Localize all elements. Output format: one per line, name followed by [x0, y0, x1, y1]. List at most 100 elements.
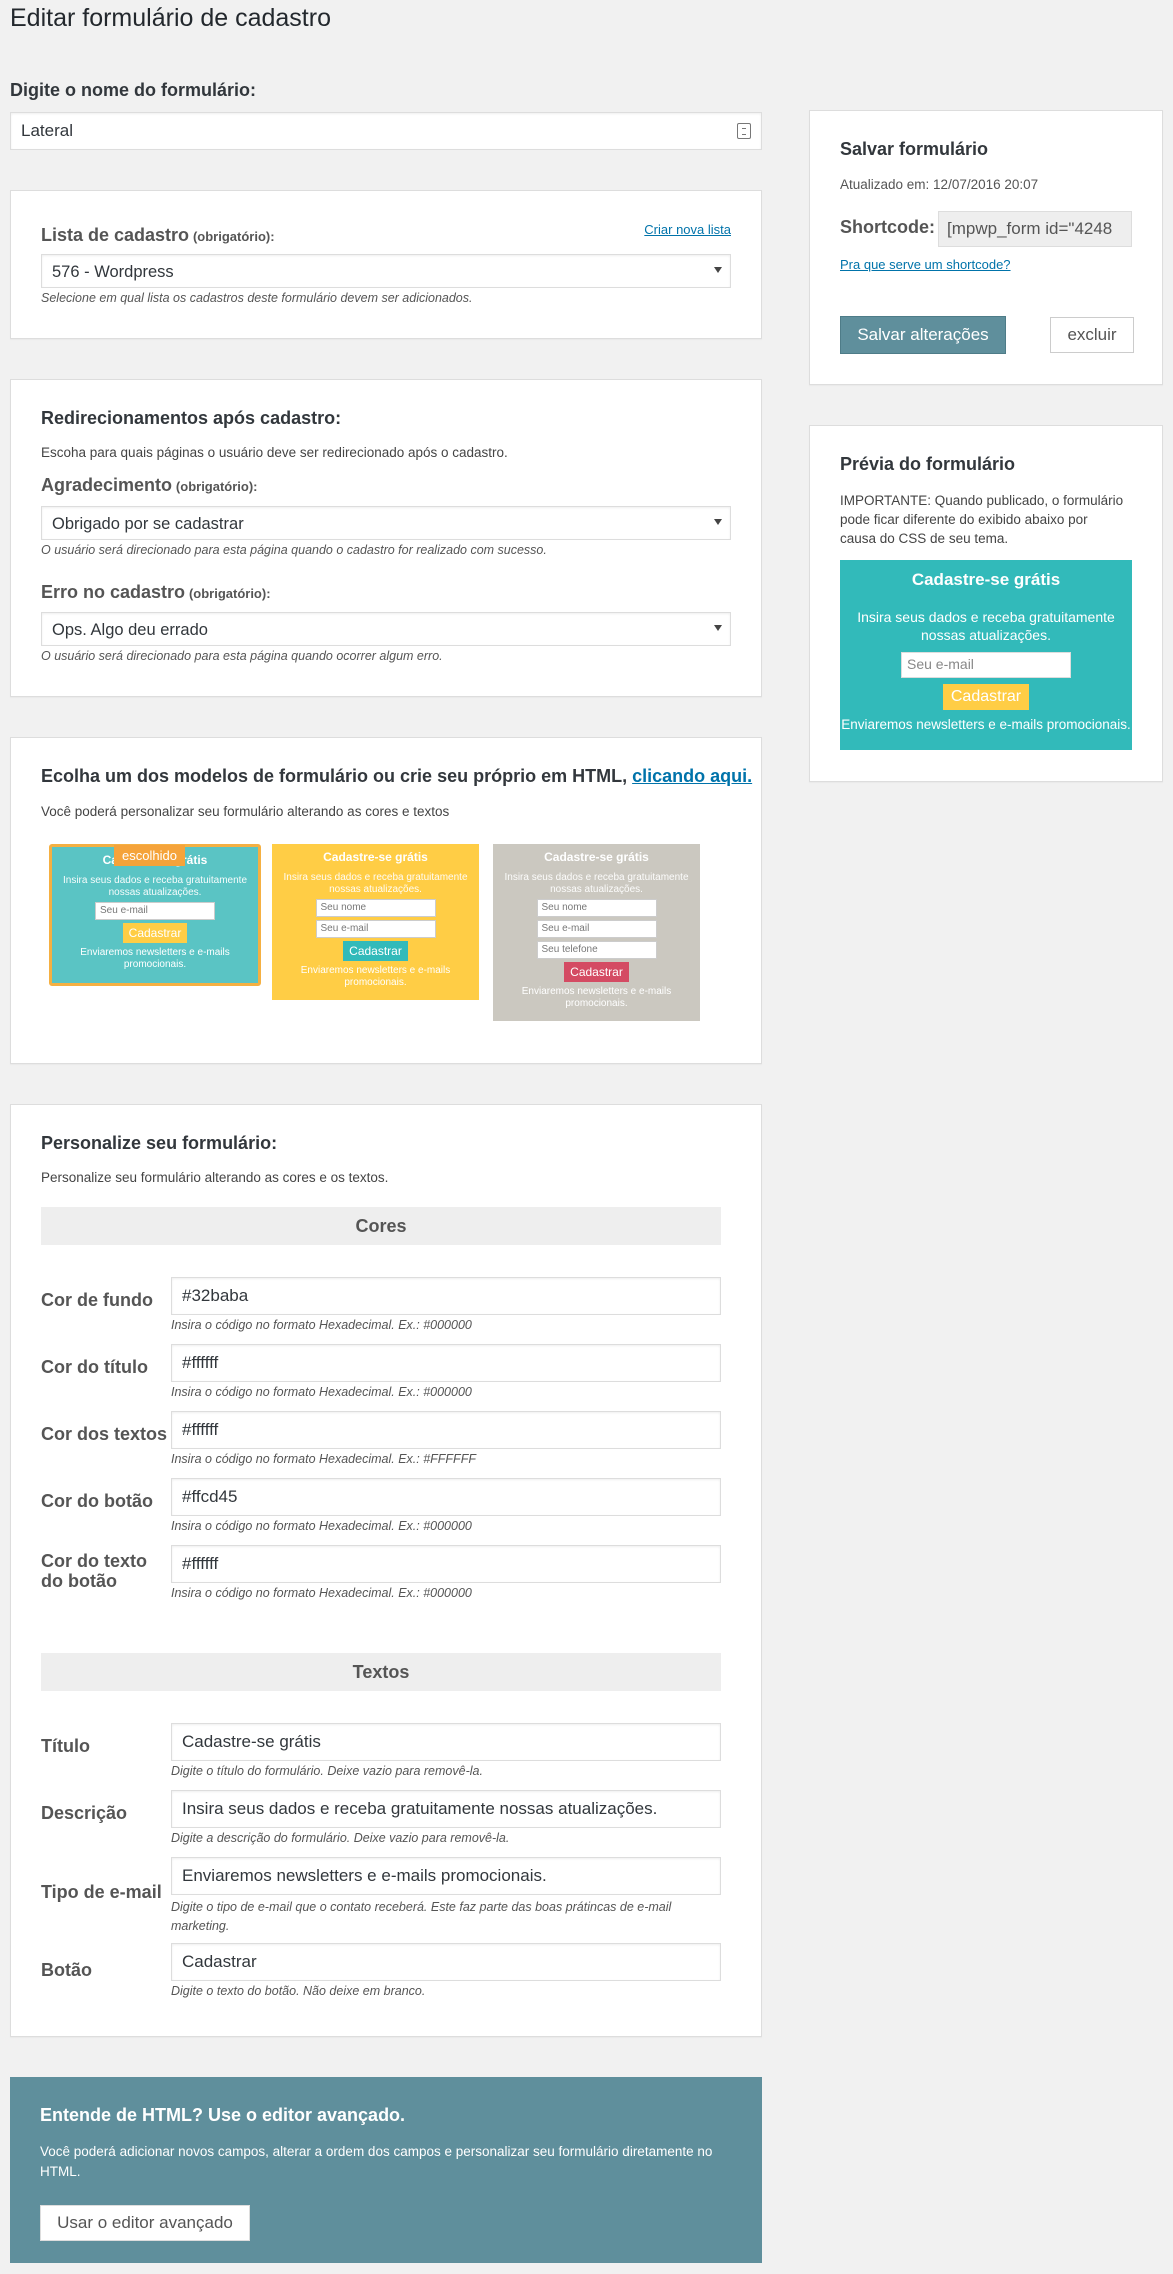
email-type-help-line-2: marketing. — [171, 1919, 230, 1933]
title-color-help: Insira o código no formato Hexadecimal. … — [171, 1385, 472, 1399]
contact-card-icon — [737, 123, 751, 139]
text-color-label: Cor dos textos — [41, 1424, 168, 1444]
colors-heading: Cores — [41, 1207, 721, 1245]
html-editor-link[interactable]: clicando aqui. — [632, 766, 752, 786]
html-editor-box: Entende de HTML? Use o editor avançado. … — [10, 2077, 762, 2263]
template-1[interactable]: Cadastre-se grátis Insira seus dados e r… — [49, 844, 261, 986]
title-color-input[interactable]: #ffffff — [171, 1344, 721, 1382]
button-text-color-label-line-2: do botão — [41, 1571, 117, 1591]
template-1-foot: Enviaremos newsletters e e-mails promoci… — [80, 947, 230, 970]
email-type-input[interactable]: Enviaremos newsletters e e-mails promoci… — [171, 1857, 721, 1895]
thanks-select-value: Obrigado por se cadastrar — [52, 515, 244, 533]
template-2-email: Seu e-mail — [315, 920, 436, 938]
shortcode-help-link[interactable]: Pra que serve um shortcode? — [840, 257, 1011, 272]
save-changes-button[interactable]: Salvar alterações — [840, 316, 1006, 354]
preview-card-foot: Enviaremos newsletters e e-mails promoci… — [841, 717, 1131, 732]
preview-card-button[interactable]: Cadastrar — [942, 684, 1030, 710]
updated-text: Atualizado em: 12/07/2016 20:07 — [840, 177, 1039, 192]
email-type-help: Digite o tipo de e-mail que o contato re… — [171, 1898, 671, 1936]
customize-desc: Personalize seu formulário alterando as … — [41, 1170, 389, 1185]
error-select-value: Ops. Algo deu errado — [52, 621, 208, 639]
customize-title: Personalize seu formulário: — [41, 1133, 278, 1153]
form-name-value: Lateral — [21, 121, 73, 140]
chevron-down-icon — [714, 625, 722, 631]
thanks-select[interactable]: Obrigado por se cadastrar — [41, 506, 731, 540]
text-color-help: Insira o código no formato Hexadecimal. … — [171, 1452, 476, 1466]
shortcode-field[interactable]: [mpwp_form id="4248 — [938, 211, 1132, 247]
template-3-foot: Enviaremos newsletters e e-mails promoci… — [521, 986, 672, 1009]
html-editor-title: Entende de HTML? Use o editor avançado. — [40, 2105, 406, 2125]
create-list-link[interactable]: Criar nova lista — [644, 222, 731, 237]
preview-notice: IMPORTANTE: Quando publicado, o formulár… — [840, 491, 1123, 548]
error-help: O usuário será direcionado para esta pág… — [41, 649, 443, 663]
customize-box: Personalize seu formulário: Personalize … — [10, 1104, 762, 2037]
preview-notice-line-1: IMPORTANTE: Quando publicado, o formulár… — [840, 493, 1124, 508]
chevron-down-icon — [714, 267, 722, 273]
list-box: Lista de cadastro (obrigatório): Criar n… — [10, 190, 762, 339]
template-1-email: Seu e-mail — [95, 902, 215, 920]
description-help: Digite a descrição do formulário. Deixe … — [171, 1831, 510, 1845]
template-3-name: Seu nome — [536, 899, 657, 917]
error-select[interactable]: Ops. Algo deu errado — [41, 612, 731, 646]
redirect-desc: Escoha para quais páginas o usuário deve… — [41, 445, 508, 460]
list-label: Lista de cadastro — [41, 225, 190, 245]
redirect-box: Redirecionamentos após cadastro: Escoha … — [10, 379, 762, 697]
template-3-button: Cadastrar — [564, 962, 629, 982]
template-3-email: Seu e-mail — [536, 920, 657, 938]
preview-card-email[interactable]: Seu e-mail — [901, 652, 1071, 678]
form-name-label: Digite o nome do formulário: — [10, 80, 256, 100]
template-3-phone: Seu telefone — [536, 941, 657, 959]
template-2-button: Cadastrar — [343, 941, 408, 961]
list-required: (obrigatório): — [192, 229, 275, 244]
preview-card-title: Cadastre-se grátis — [911, 570, 1061, 589]
button-help: Digite o texto do botão. Não deixe em br… — [171, 1984, 426, 1998]
form-name-input[interactable]: Lateral — [10, 112, 762, 150]
button-text-color-help: Insira o código no formato Hexadecimal. … — [171, 1586, 472, 1600]
title-help: Digite o título do formulário. Deixe vaz… — [171, 1764, 483, 1778]
list-help: Selecione em qual lista os cadastros des… — [41, 291, 473, 305]
template-3-title: Cadastre-se grátis — [544, 850, 649, 864]
bg-color-input[interactable]: #32baba — [171, 1277, 721, 1315]
button-color-label: Cor do botão — [41, 1491, 153, 1511]
list-select[interactable]: 576 - Wordpress — [41, 254, 731, 288]
redirect-title: Redirecionamentos após cadastro: — [41, 408, 342, 428]
bg-color-help: Insira o código no formato Hexadecimal. … — [171, 1318, 472, 1332]
preview-card-desc: Insira seus dados e receba gratuitamente… — [857, 609, 1115, 643]
template-2-title: Cadastre-se grátis — [323, 850, 428, 864]
button-text-color-label: Cor do texto do botão — [41, 1551, 147, 1591]
description-input[interactable]: Insira seus dados e receba gratuitamente… — [171, 1790, 721, 1828]
shortcode-label: Shortcode: — [840, 217, 936, 237]
preview-box: Prévia do formulário IMPORTANTE: Quando … — [809, 425, 1163, 782]
html-editor-desc-line-2: HTML. — [40, 2164, 81, 2179]
templates-title: Ecolha um dos modelos de formulário ou c… — [41, 766, 628, 786]
list-select-value: 576 - Wordpress — [52, 263, 174, 281]
preview-card: Cadastre-se grátis Insira seus dados e r… — [840, 560, 1132, 750]
text-color-input[interactable]: #ffffff — [171, 1411, 721, 1449]
template-3[interactable]: Cadastre-se grátis Insira seus dados e r… — [493, 844, 700, 1021]
html-editor-desc: Você poderá adicionar novos campos, alte… — [40, 2142, 712, 2182]
button-color-help: Insira o código no formato Hexadecimal. … — [171, 1519, 472, 1533]
button-text-input[interactable]: Cadastrar — [171, 1943, 721, 1981]
delete-button[interactable]: excluir — [1050, 317, 1134, 353]
email-type-label: Tipo de e-mail — [41, 1882, 162, 1902]
page-title: Editar formulário de cadastro — [10, 4, 331, 32]
template-1-desc: Insira seus dados e receba gratuitamente… — [63, 875, 247, 898]
title-color-label: Cor do título — [41, 1357, 148, 1377]
button-text-color-input[interactable]: #ffffff — [171, 1545, 721, 1583]
title-input[interactable]: Cadastre-se grátis — [171, 1723, 721, 1761]
thanks-label: Agradecimento — [41, 475, 173, 495]
thanks-help: O usuário será direcionado para esta pág… — [41, 543, 547, 557]
template-3-desc: Insira seus dados e receba gratuitamente… — [504, 872, 689, 895]
chosen-badge: escolhido — [114, 845, 185, 866]
texts-heading: Textos — [41, 1653, 721, 1691]
advanced-editor-button[interactable]: Usar o editor avançado — [40, 2205, 250, 2241]
templates-desc: Você poderá personalizar seu formulário … — [41, 804, 450, 819]
template-2-foot: Enviaremos newsletters e e-mails promoci… — [300, 965, 451, 988]
template-1-button: Cadastrar — [122, 923, 188, 943]
bg-color-label: Cor de fundo — [41, 1290, 153, 1310]
template-2[interactable]: Cadastre-se grátis Insira seus dados e r… — [272, 844, 479, 1000]
error-required: (obrigatório): — [188, 586, 271, 601]
save-box: Salvar formulário Atualizado em: 12/07/2… — [809, 110, 1163, 385]
button-color-input[interactable]: #ffcd45 — [171, 1478, 721, 1516]
preview-notice-line-3: causa do CSS de seu tema. — [840, 531, 1009, 546]
